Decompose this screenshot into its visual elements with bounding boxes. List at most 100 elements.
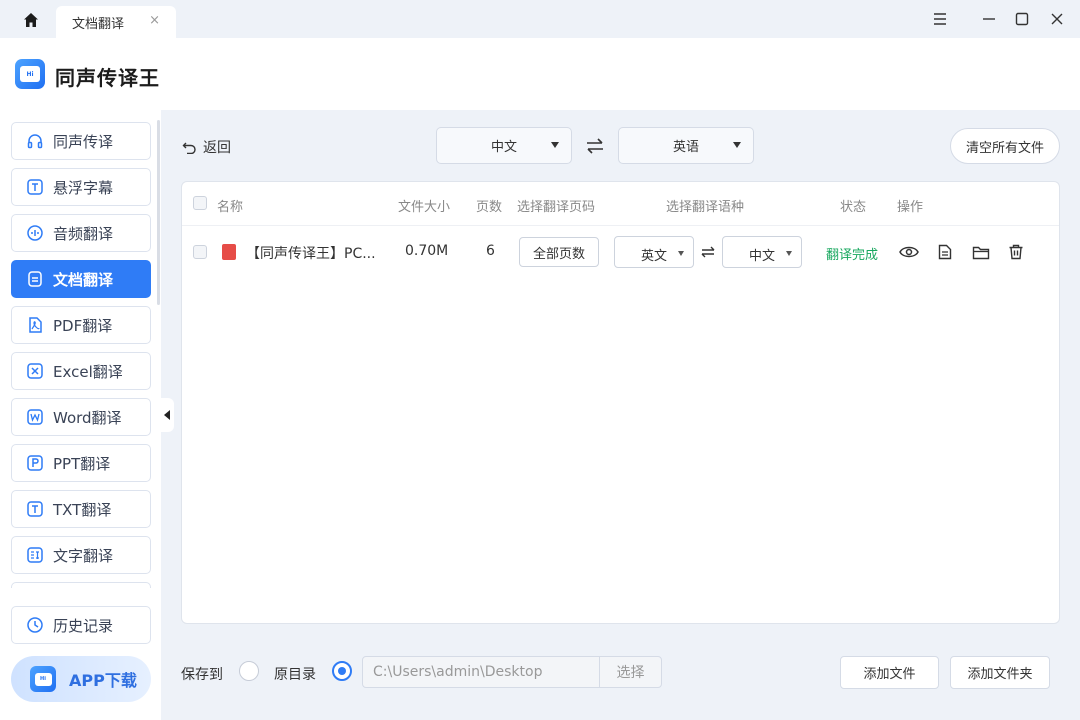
folder-icon[interactable] (971, 242, 991, 262)
menu-icon[interactable] (927, 8, 953, 30)
collapse-sidebar-button[interactable] (160, 398, 174, 432)
chevron-down-icon (733, 142, 741, 148)
header-page-range: 选择翻译页码 (517, 200, 596, 215)
sidebar-item-text-translate[interactable]: 文字翻译 (11, 536, 151, 574)
excel-icon (26, 362, 44, 380)
trash-icon[interactable] (1006, 242, 1026, 262)
sidebar-item-label: PPT翻译 (53, 454, 111, 473)
sidebar-item-floating-subtitles[interactable]: 悬浮字幕 (11, 168, 151, 206)
row-source-language-select[interactable]: 英文 (614, 236, 694, 268)
row-target-language-value: 中文 (749, 249, 776, 264)
chevron-down-icon (551, 142, 559, 148)
file-size: 0.70M (405, 243, 449, 259)
text-translate-icon (26, 546, 44, 564)
swap-languages-icon[interactable] (585, 137, 605, 155)
tab-document-translate[interactable]: 文档翻译 × (56, 6, 176, 38)
chevron-down-icon (678, 251, 684, 256)
close-icon[interactable] (1044, 8, 1070, 30)
word-icon (26, 408, 44, 426)
caret-left-icon (164, 410, 170, 420)
page-count: 6 (486, 243, 495, 259)
sidebar-item-label: 悬浮字幕 (53, 178, 114, 197)
save-to-label: 保存到 (181, 667, 223, 683)
tab-close-icon[interactable]: × (149, 14, 160, 28)
app-download-label: APP下载 (69, 671, 137, 690)
sidebar-item-label: Excel翻译 (53, 362, 123, 381)
header-pages: 页数 (476, 200, 503, 215)
sidebar-item-label: 文档翻译 (53, 270, 114, 289)
tab-label: 文档翻译 (72, 16, 125, 32)
sidebar-item-label: 同声传译 (53, 132, 114, 151)
sidebar-item-word[interactable]: Word翻译 (11, 398, 151, 436)
sidebar-item-label: 文字翻译 (53, 546, 114, 565)
row-target-language-select[interactable]: 中文 (722, 236, 802, 268)
app-logo-icon: Hi (30, 666, 56, 692)
sidebar-item-audio[interactable]: 音频翻译 (11, 214, 151, 252)
source-language-select[interactable]: 中文 (436, 127, 572, 164)
sidebar-item-label: PDF翻译 (53, 316, 113, 335)
page-range-button[interactable]: 全部页数 (519, 237, 599, 267)
headphones-icon (26, 132, 44, 150)
sidebar-item-history[interactable]: 历史记录 (11, 606, 151, 644)
target-language-value: 英语 (672, 140, 699, 155)
target-language-select[interactable]: 英语 (618, 127, 754, 164)
add-folder-button[interactable]: 添加文件夹 (950, 656, 1050, 689)
chevron-down-icon (786, 251, 792, 256)
choose-path-button[interactable]: 选择 (599, 656, 662, 688)
header-name: 名称 (217, 200, 244, 215)
sidebar-item-partial (11, 582, 151, 588)
original-dir-radio[interactable] (332, 661, 352, 681)
file-name: 【同声传译王】PC... (246, 246, 376, 262)
back-button[interactable]: 返回 (182, 137, 231, 157)
row-checkbox[interactable] (193, 245, 207, 259)
app-title: 同声传译王 (55, 66, 160, 90)
pdf-file-icon (222, 244, 236, 260)
output-path-field[interactable]: C:\Users\admin\Desktop (362, 656, 600, 688)
table-row: 【同声传译王】PC... 0.70M 6 全部页数 英文 中文 翻译完成 (182, 227, 1059, 277)
history-label: 历史记录 (53, 616, 114, 635)
app-download-button[interactable]: Hi APP下载 (11, 656, 151, 702)
title-bar: 文档翻译 × (0, 0, 1080, 38)
sidebar-item-txt[interactable]: TXT翻译 (11, 490, 151, 528)
header-status: 状态 (840, 200, 867, 215)
maximize-icon[interactable] (1009, 8, 1035, 30)
preview-eye-icon[interactable] (899, 242, 919, 262)
document-icon (26, 270, 44, 288)
source-language-value: 中文 (490, 140, 517, 155)
app-logo-icon: Hi (15, 59, 45, 89)
sidebar-scrollbar[interactable] (157, 120, 160, 305)
subtitle-icon (26, 178, 44, 196)
table-header: 名称 文件大小 页数 选择翻译页码 选择翻译语种 状态 操作 (182, 182, 1059, 226)
app-header: Hi 同声传译王 (0, 38, 1080, 110)
header-language: 选择翻译语种 (666, 200, 745, 215)
undo-icon (182, 142, 196, 154)
sidebar-item-simultaneous[interactable]: 同声传译 (11, 122, 151, 160)
sidebar: 同声传译 悬浮字幕 音频翻译 文档翻译 PDF翻译 Excel翻译 Word翻译… (0, 110, 161, 720)
home-icon[interactable] (18, 8, 44, 32)
sidebar-item-excel[interactable]: Excel翻译 (11, 352, 151, 390)
sidebar-item-document[interactable]: 文档翻译 (11, 260, 151, 298)
txt-icon (26, 500, 44, 518)
header-size: 文件大小 (398, 200, 451, 215)
sidebar-item-pdf[interactable]: PDF翻译 (11, 306, 151, 344)
sidebar-item-label: TXT翻译 (53, 500, 112, 519)
back-label: 返回 (203, 140, 231, 156)
original-dir-label: 原目录 (274, 667, 316, 683)
custom-dir-radio[interactable] (239, 661, 259, 681)
sidebar-item-label: Word翻译 (53, 408, 122, 427)
swap-languages-icon[interactable] (698, 242, 718, 262)
row-source-language-value: 英文 (641, 249, 668, 264)
select-all-checkbox[interactable] (193, 196, 207, 210)
file-table: 名称 文件大小 页数 选择翻译页码 选择翻译语种 状态 操作 【同声传译王】PC… (181, 181, 1060, 624)
clear-all-files-button[interactable]: 清空所有文件 (950, 128, 1060, 164)
minimize-icon[interactable] (976, 8, 1002, 30)
sidebar-item-ppt[interactable]: PPT翻译 (11, 444, 151, 482)
sidebar-item-label: 音频翻译 (53, 224, 114, 243)
clock-icon (26, 616, 44, 634)
add-file-button[interactable]: 添加文件 (840, 656, 939, 689)
document-icon[interactable] (935, 242, 955, 262)
status-badge: 翻译完成 (826, 248, 879, 263)
main-area: 同声传译 悬浮字幕 音频翻译 文档翻译 PDF翻译 Excel翻译 Word翻译… (0, 110, 1080, 720)
audio-icon (26, 224, 44, 242)
ppt-icon (26, 454, 44, 472)
